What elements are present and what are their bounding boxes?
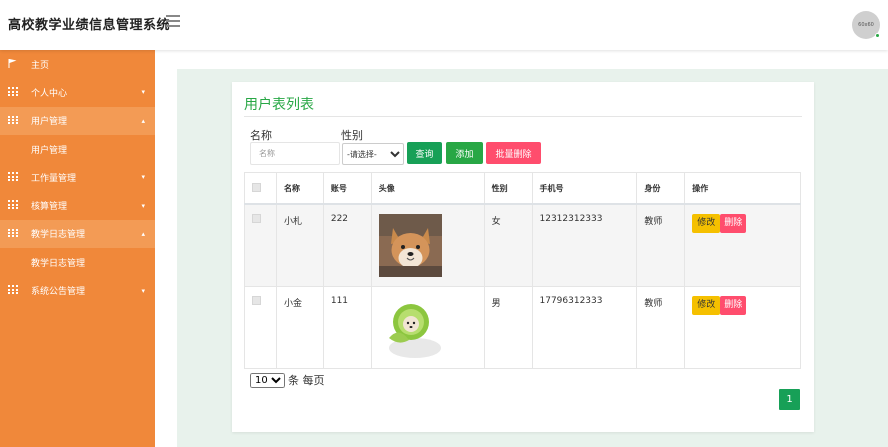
sidebar-item-workload-management[interactable]: 工作量管理 ▾ (0, 163, 155, 191)
cell-account: 222 (322, 203, 372, 287)
column-header-name: 名称 (275, 172, 324, 205)
cell-avatar (370, 203, 485, 287)
flag-icon (8, 59, 17, 68)
sidebar-item-label: 教学日志管理 (31, 230, 86, 241)
column-header-avatar: 头像 (370, 172, 485, 205)
sidebar-item-announcement-management[interactable]: 系统公告管理 ▾ (0, 276, 155, 304)
cell-role: 教师 (636, 203, 686, 287)
sidebar-item-user-management[interactable]: 用户管理 ▴ (0, 106, 155, 135)
name-search-input[interactable] (250, 142, 340, 165)
edit-button[interactable]: 修改 (692, 214, 721, 233)
batch-delete-button[interactable]: 批量删除 (486, 142, 541, 164)
select-all-header (244, 172, 277, 205)
cell-gender: 女 (483, 203, 533, 287)
chevron-down-icon: ▾ (141, 201, 145, 210)
sidebar-item-home[interactable]: 主页 (0, 50, 155, 78)
delete-button[interactable]: 删除 (720, 296, 747, 315)
sidebar-subitem-teaching-log-management[interactable]: 教学日志管理 (0, 248, 155, 276)
column-header-phone: 手机号 (531, 172, 638, 205)
row-checkbox[interactable] (252, 214, 261, 223)
sidebar: 主页 个人中心 ▾ 用户管理 ▴ 用户管理 工作量管理 ▾ 核算管理 ▾ 教学日… (0, 50, 155, 447)
sidebar-item-label: 系统公告管理 (31, 287, 86, 298)
page-size-label: 条 每页 (288, 374, 325, 387)
pagination-page-button[interactable]: 1 (779, 389, 800, 410)
gender-filter-label: 性别 (341, 129, 363, 142)
grid-icon (8, 172, 18, 181)
chevron-down-icon: ▾ (141, 173, 145, 182)
page-title: 用户表列表 (244, 97, 314, 113)
sidebar-subitem-user-management[interactable]: 用户管理 (0, 135, 155, 163)
grid-icon (8, 87, 18, 96)
chevron-up-icon: ▴ (141, 229, 145, 238)
sidebar-item-label: 核算管理 (31, 202, 68, 213)
sidebar-item-label: 用户管理 (31, 117, 68, 128)
query-button[interactable]: 查询 (407, 142, 442, 164)
sidebar-item-teaching-log-management[interactable]: 教学日志管理 ▴ (0, 219, 155, 249)
column-header-actions: 操作 (684, 172, 801, 205)
shiba-dog-photo (378, 214, 442, 277)
row-checkbox[interactable] (252, 296, 261, 305)
cell-gender: 男 (483, 286, 533, 369)
column-header-role: 身份 (636, 172, 686, 205)
cell-actions: 修改 删除 (684, 286, 801, 369)
page-size-control: 10 条 每页 (250, 372, 325, 388)
sidebar-item-label: 个人中心 (31, 88, 68, 99)
cell-avatar (370, 286, 485, 369)
chevron-up-icon: ▴ (141, 116, 145, 125)
page-size-select[interactable]: 10 (250, 372, 285, 388)
delete-button[interactable]: 删除 (720, 214, 747, 233)
chevron-down-icon: ▾ (141, 286, 145, 295)
cell-phone: 17796312333 (531, 286, 638, 369)
cell-phone: 12312312333 (531, 203, 638, 287)
grid-icon (8, 228, 18, 238)
edit-button[interactable]: 修改 (692, 296, 721, 315)
table-header-row: 名称 账号 头像 性别 手机号 身份 操作 (244, 172, 801, 205)
user-table: 名称 账号 头像 性别 手机号 身份 操作 小札 222 女 123123123… (244, 172, 801, 369)
grid-icon (8, 285, 18, 295)
select-all-checkbox[interactable] (252, 183, 261, 192)
user-list-panel: 用户表列表 名称 性别 -请选择- 查询 添加 批量删除 名称 账号 头像 性别… (232, 82, 814, 432)
table-row: 小金 111 男 17796312333 教师 修改 删除 (244, 286, 801, 369)
top-bar: 高校教学业绩信息管理系统 60x60 (0, 0, 888, 50)
column-header-account: 账号 (322, 172, 372, 205)
cell-name: 小札 (275, 203, 324, 287)
gender-select[interactable]: -请选择- (342, 143, 404, 165)
cell-actions: 修改 删除 (684, 203, 801, 287)
add-button[interactable]: 添加 (446, 142, 483, 164)
cabbage-dog-photo (378, 296, 442, 359)
cell-name: 小金 (275, 286, 324, 369)
cell-account: 111 (322, 286, 372, 369)
sidebar-item-label: 工作量管理 (31, 173, 77, 184)
grid-icon (8, 115, 18, 125)
menu-toggle-icon[interactable] (166, 15, 180, 29)
chevron-down-icon: ▾ (141, 88, 145, 97)
row-checkbox-cell (244, 286, 277, 369)
column-header-gender: 性别 (483, 172, 533, 205)
row-checkbox-cell (244, 203, 277, 287)
sidebar-item-label: 主页 (31, 60, 50, 71)
name-filter-label: 名称 (250, 129, 272, 142)
app-title: 高校教学业绩信息管理系统 (8, 18, 171, 33)
grid-icon (8, 200, 18, 210)
sidebar-item-accounting-management[interactable]: 核算管理 ▾ (0, 191, 155, 219)
avatar[interactable]: 60x60 (852, 11, 880, 39)
cell-role: 教师 (636, 286, 686, 369)
online-status-dot (875, 33, 880, 38)
table-row: 小札 222 女 12312312333 教师 修改 删除 (244, 203, 801, 287)
sidebar-item-personal-center[interactable]: 个人中心 ▾ (0, 78, 155, 106)
divider (244, 116, 802, 117)
